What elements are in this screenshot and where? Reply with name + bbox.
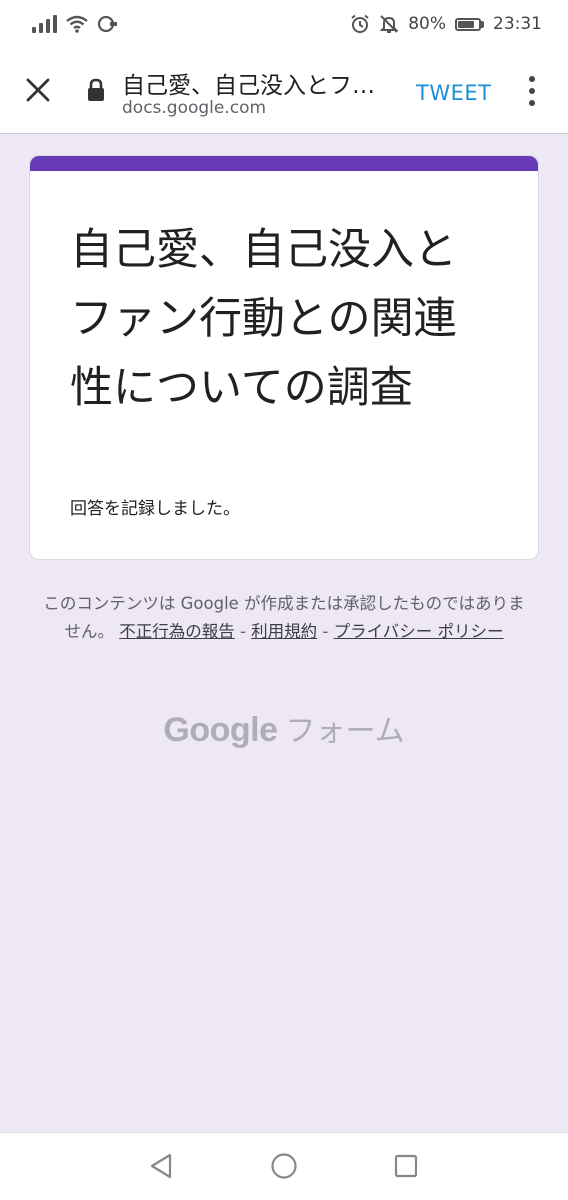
link-separator: - [234, 622, 252, 641]
signal-icon [32, 15, 57, 33]
tweet-button[interactable]: TWEET [416, 81, 491, 105]
google-forms-logo[interactable]: Google フォーム [0, 706, 568, 750]
report-abuse-link[interactable]: 不正行為の報告 [119, 622, 235, 641]
status-right: 80% 23:31 [350, 14, 542, 34]
form-confirmation-card: 自己愛、自己没入とファン行動との関連性についての調査 回答を記録しました。 [29, 155, 539, 560]
mute-icon [379, 14, 399, 34]
card-accent-stripe [30, 156, 538, 171]
back-icon [150, 1153, 172, 1179]
more-menu-button[interactable] [520, 76, 544, 106]
alarm-icon [350, 14, 370, 34]
system-nav-bar [0, 1132, 568, 1200]
terms-link[interactable]: 利用規約 [251, 622, 317, 641]
status-left [32, 15, 117, 33]
clock: 23:31 [493, 14, 542, 34]
link-separator: - [317, 622, 334, 641]
form-title: 自己愛、自己没入とファン行動との関連性についての調査 [70, 225, 457, 413]
close-button[interactable] [20, 72, 56, 108]
recents-button[interactable] [391, 1151, 421, 1185]
privacy-policy-link[interactable]: プライバシー ポリシー [334, 622, 504, 641]
status-bar: 80% 23:31 [0, 0, 568, 48]
brand-forms: フォーム [285, 714, 405, 749]
recents-icon [394, 1154, 418, 1178]
wifi-icon [66, 15, 88, 33]
battery-icon [455, 17, 484, 31]
page-url: docs.google.com [122, 98, 267, 118]
home-icon [271, 1153, 297, 1179]
brand-google: Google [163, 711, 278, 749]
back-button[interactable] [146, 1151, 176, 1185]
page-title: 自己愛、自己没入とフ… [122, 73, 375, 99]
data-saver-icon [97, 15, 117, 33]
response-recorded-message: 回答を記録しました。 [70, 499, 240, 519]
battery-percent: 80% [408, 14, 446, 34]
lock-icon [86, 78, 106, 106]
home-button[interactable] [269, 1151, 299, 1185]
footer-disclaimer: このコンテンツは Google が作成または承認したものではありません。 不正行… [40, 590, 528, 646]
more-vert-icon [529, 76, 535, 106]
custom-tab-toolbar: 自己愛、自己没入とフ… docs.google.com TWEET [0, 48, 568, 134]
close-icon [26, 78, 50, 102]
